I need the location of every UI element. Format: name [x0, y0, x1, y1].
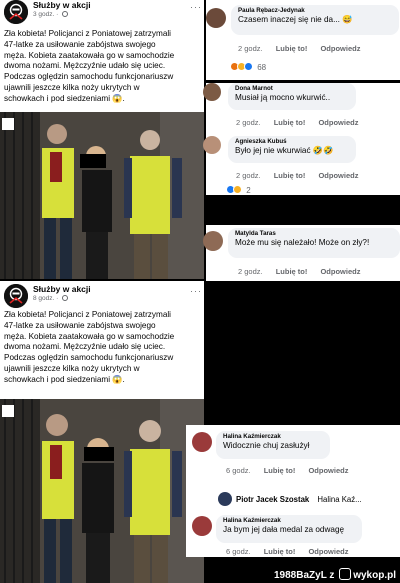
- avatar[interactable]: [203, 83, 221, 101]
- post-time[interactable]: 8 godz. ·: [33, 295, 69, 302]
- more-options-icon[interactable]: ···: [190, 286, 202, 296]
- comment-text: Ja bym jej dała medal za odwagę: [223, 525, 345, 534]
- comment-author[interactable]: Halina Kaźmierczak: [223, 433, 323, 440]
- comment-author[interactable]: Matylda Taras: [235, 230, 393, 237]
- reply-button[interactable]: Odpowiedz: [320, 267, 360, 276]
- comment-time[interactable]: 2 godz.: [236, 171, 261, 180]
- comment-bubble: Paula Rębacz-Jedynak Czasem inaczej się …: [231, 5, 399, 35]
- page-avatar-icon[interactable]: [4, 0, 28, 24]
- globe-icon: [62, 295, 69, 301]
- post-header: Służby w akcji 3 godz. · ···: [4, 0, 202, 24]
- comment-time[interactable]: 2 godz.: [238, 267, 263, 276]
- avatar[interactable]: [218, 492, 232, 506]
- comment-time[interactable]: 2 godz.: [238, 44, 263, 53]
- comment-actions: 2 godz. Lubię to! Odpowiedz: [238, 267, 371, 276]
- wykop-logo-icon: [339, 568, 352, 580]
- comment-text: Było jej nie wkurwiać 🤣🤣: [235, 146, 334, 155]
- like-button[interactable]: Lubię to!: [274, 118, 306, 127]
- like-button[interactable]: Lubię to!: [264, 466, 296, 475]
- comments-panel-3: Matylda Taras Może mu się należało! Może…: [203, 225, 400, 281]
- comment-actions: 6 godz. Lubię to! Odpowiedz: [226, 466, 359, 475]
- comment-actions: 2 godz. Lubię to! Odpowiedz: [238, 44, 371, 53]
- haha-reaction-icon: [233, 185, 242, 194]
- comment-actions: 2 godz. Lubię to! Odpowiedz: [236, 118, 369, 127]
- post-text: Zła kobieta! Policjanci z Poniatowej zat…: [4, 29, 175, 103]
- comment-actions: 6 godz. Lubię to! Odpowiedz: [226, 547, 359, 556]
- post-photo[interactable]: [0, 399, 204, 583]
- comment-author[interactable]: Dona Marnot: [235, 85, 349, 92]
- page-name[interactable]: Służby w akcji: [33, 0, 91, 10]
- comment-bubble: Halina Kaźmierczak Ja bym jej dała medal…: [216, 515, 362, 543]
- reply-button[interactable]: Odpowiedz: [308, 466, 348, 475]
- comment-time[interactable]: 6 godz.: [226, 466, 251, 475]
- reply-button[interactable]: Odpowiedz: [318, 118, 358, 127]
- reply-button[interactable]: Odpowiedz: [318, 171, 358, 180]
- comments-panel-4: Halina Kaźmierczak Widocznie chuj zasłuż…: [186, 425, 400, 557]
- comment-author[interactable]: Halina Kaźmierczak: [223, 517, 355, 524]
- comments-panel-2: Dona Marnot Musiał ją mocno wkurwić.. 2 …: [203, 83, 400, 195]
- reply-text: Halina Kaź...: [317, 495, 362, 504]
- comment-bubble: Halina Kaźmierczak Widocznie chuj zasłuż…: [216, 431, 330, 459]
- avatar[interactable]: [192, 432, 212, 452]
- comment-author[interactable]: Paula Rębacz-Jedynak: [238, 7, 392, 14]
- like-button[interactable]: Lubię to!: [274, 171, 306, 180]
- page-name[interactable]: Służby w akcji: [33, 284, 91, 294]
- comment-actions: 2 godz. Lubię to! Odpowiedz: [236, 171, 369, 180]
- reply-button[interactable]: Odpowiedz: [320, 44, 360, 53]
- comment-time[interactable]: 2 godz.: [236, 118, 261, 127]
- comment-bubble: Matylda Taras Może mu się należało! Może…: [228, 228, 400, 258]
- comment-author[interactable]: Agnieszka Kubuś: [235, 138, 349, 145]
- comment-bubble: Agnieszka Kubuś Było jej nie wkurwiać 🤣🤣: [228, 136, 356, 163]
- avatar[interactable]: [203, 231, 223, 251]
- divider: [206, 195, 400, 225]
- reply-author[interactable]: Piotr Jacek Szostak: [236, 495, 309, 504]
- post-photo[interactable]: [0, 112, 204, 279]
- comments-panel-1: Paula Rębacz-Jedynak Czasem inaczej się …: [206, 0, 400, 80]
- avatar[interactable]: [192, 516, 212, 536]
- comment-text: Musiał ją mocno wkurwić..: [235, 93, 331, 102]
- comment-text: Widocznie chuj zasłużył: [223, 441, 310, 450]
- reaction-summary[interactable]: 2: [226, 185, 251, 195]
- divider: [206, 281, 400, 425]
- comment-text: Może mu się należało! Może on zły?!: [235, 238, 370, 247]
- comment-time[interactable]: 6 godz.: [226, 547, 251, 556]
- globe-icon: [62, 11, 69, 17]
- post-header: Służby w akcji 8 godz. · ···: [4, 284, 202, 308]
- like-button[interactable]: Lubię to!: [276, 267, 308, 276]
- post-text: Zła kobieta! Policjanci z Poniatowej zat…: [4, 310, 175, 384]
- more-options-icon[interactable]: ···: [190, 2, 202, 12]
- post-time[interactable]: 3 godz. ·: [33, 11, 69, 18]
- post-1: Służby w akcji 3 godz. · ··· Zła kobieta…: [0, 0, 204, 279]
- page-avatar-icon[interactable]: [4, 284, 28, 308]
- reply-button[interactable]: Odpowiedz: [308, 547, 348, 556]
- avatar[interactable]: [203, 136, 221, 154]
- post-2: Służby w akcji 8 godz. · ··· Zła kobieta…: [0, 281, 204, 583]
- reply-preview[interactable]: Piotr Jacek Szostak Halina Kaź...: [236, 495, 362, 504]
- like-reaction-icon: [244, 62, 253, 71]
- like-button[interactable]: Lubię to!: [276, 44, 308, 53]
- like-button[interactable]: Lubię to!: [264, 547, 296, 556]
- avatar[interactable]: [206, 8, 226, 28]
- comment-bubble: Dona Marnot Musiał ją mocno wkurwić..: [228, 83, 356, 110]
- reaction-summary[interactable]: 68: [230, 62, 266, 72]
- watermark: 1988BaZyL z wykop.pl: [274, 568, 396, 581]
- comment-text: Czasem inaczej się nie da... 😅: [238, 15, 353, 24]
